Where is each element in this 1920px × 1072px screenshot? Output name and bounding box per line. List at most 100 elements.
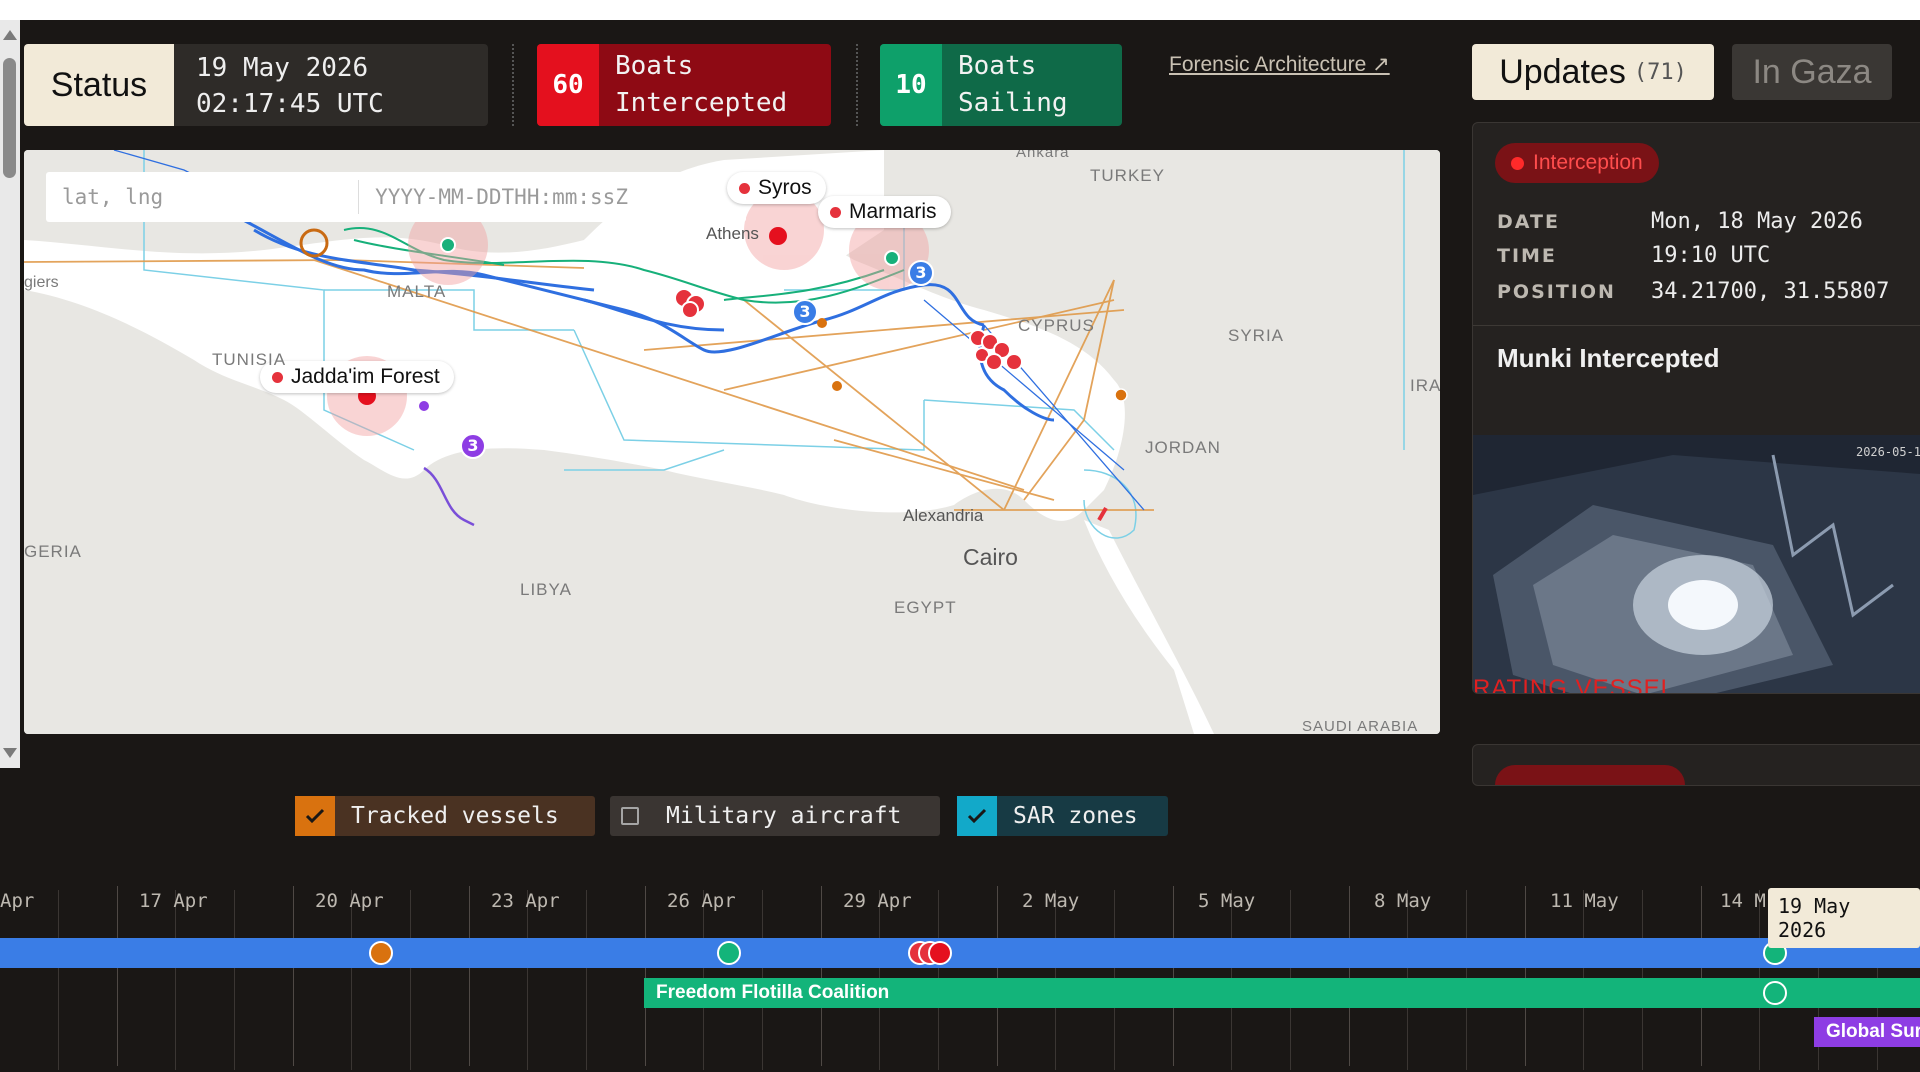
update-title: Munki Intercepted (1497, 343, 1720, 373)
timeline-label: 23 Apr (491, 890, 560, 912)
photo-overlay-text: RATING VESSEL (1473, 675, 1675, 694)
sailing-label-1: Boats (958, 51, 1037, 81)
map-label: TURKEY (1090, 166, 1165, 185)
cluster-count[interactable]: 3 (914, 263, 928, 282)
pin-label: Jadda'im Forest (291, 365, 440, 388)
timeline-marker[interactable] (928, 941, 952, 965)
map-label: EGYPT (894, 598, 957, 617)
map-label: IRA (1410, 376, 1440, 395)
interception-photo[interactable]: 2026-05-1 RATING VESSEL (1473, 435, 1920, 694)
scroll-down-arrow-icon[interactable] (3, 748, 17, 758)
timeline-marker[interactable] (1763, 981, 1787, 1005)
pin-dot-icon (739, 182, 750, 194)
intercepted-counter: 60 Boats Intercepted (537, 44, 831, 126)
map-label: LIBYA (520, 580, 572, 599)
date-value: Mon, 18 May 2026 (1651, 209, 1863, 234)
map-label: SAUDI ARABIA (1302, 718, 1419, 734)
checkbox-unchecked-icon (610, 796, 650, 836)
timeline-bar-global[interactable]: Global Sur (1814, 1017, 1920, 1047)
status-time: 02:17:45 UTC (196, 89, 384, 119)
timeline-marker[interactable] (717, 941, 741, 965)
timeline-label: 17 Apr (139, 890, 208, 912)
toggle-tracked-vessels[interactable]: Tracked vessels (295, 796, 595, 836)
city-label: Cairo (963, 544, 1018, 570)
sailing-counter: 10 Boats Sailing (880, 44, 1122, 126)
map-label: CYPRUS (1018, 316, 1095, 335)
checkbox-checked-icon (957, 796, 997, 836)
pin-dot-icon (272, 371, 283, 383)
datetime-input[interactable] (359, 172, 746, 222)
time-value: 19:10 UTC (1651, 243, 1771, 268)
cluster-count[interactable]: 3 (798, 302, 812, 321)
tab-updates[interactable]: Updates (71) (1472, 44, 1714, 100)
map-label: TUNISIA (212, 350, 287, 369)
divider (512, 44, 514, 126)
status-label: Status (24, 44, 174, 126)
pin-dot-icon (830, 206, 841, 218)
intercepted-label-2: Intercepted (615, 88, 788, 118)
city-label: Athens (706, 224, 759, 243)
map-label: MALTA (387, 282, 447, 301)
time-label: TIME (1497, 245, 1557, 267)
tab-updates-label: Updates (1499, 52, 1626, 91)
latlng-input[interactable] (46, 172, 359, 222)
position-value: 34.21700, 31.55807 (1651, 279, 1890, 304)
updates-count: (71) (1633, 59, 1687, 85)
sailing-label-2: Sailing (958, 88, 1068, 118)
toggle-military-aircraft[interactable]: Military aircraft (610, 796, 940, 836)
date-label: DATE (1497, 211, 1560, 233)
timeline-marker[interactable] (369, 941, 393, 965)
update-card[interactable] (1472, 744, 1920, 786)
timeline-label: 14 M (1720, 890, 1766, 912)
divider (856, 44, 858, 126)
toggle-label: Tracked vessels (351, 803, 559, 829)
coordinate-search (46, 172, 746, 222)
scrollbar[interactable] (0, 20, 20, 768)
divider (1473, 325, 1920, 326)
update-card[interactable]: Interception DATE Mon, 18 May 2026 TIME … (1472, 122, 1920, 694)
photo-image (1473, 435, 1920, 693)
map-label: Ankara (1016, 150, 1070, 161)
scroll-up-arrow-icon[interactable] (3, 30, 17, 40)
pin-label: Marmaris (849, 200, 937, 223)
map-view[interactable]: 3 3 3 Syros Marmaris Jadda'im Forest TUR… (24, 150, 1440, 734)
current-date-label: 19 May 2026 (1768, 888, 1920, 948)
timeline-label: 5 May (1198, 890, 1256, 912)
interception-badge: Interception (1495, 143, 1659, 183)
status-date: 19 May 2026 (196, 53, 369, 83)
timeline-bar-blue[interactable] (0, 938, 1920, 968)
pin-label: Syros (758, 176, 812, 199)
pin-jaddaim-forest[interactable]: Jadda'im Forest (260, 361, 454, 393)
app-window: Status 19 May 2026 02:17:45 UTC 60 Boats… (0, 20, 1920, 1072)
timeline-label: 26 Apr (667, 890, 736, 912)
pin-syros[interactable]: Syros (727, 172, 826, 204)
position-label: POSITION (1497, 281, 1616, 303)
timeline-label: 8 May (1374, 890, 1432, 912)
timeline-label: 20 Apr (315, 890, 384, 912)
toggle-label: SAR zones (1013, 803, 1138, 829)
timeline-label: 11 May (1550, 890, 1619, 912)
timeline-label: Apr (0, 890, 35, 912)
timeline-label: 2 May (1022, 890, 1080, 912)
photo-timestamp: 2026-05-1 (1855, 445, 1920, 459)
status-datetime: 19 May 2026 02:17:45 UTC (174, 44, 488, 126)
map-label: giers (24, 274, 59, 291)
cluster-count[interactable]: 3 (466, 436, 480, 455)
timeline[interactable]: Apr 17 Apr 20 Apr 23 Apr 26 Apr 29 Apr 2… (0, 860, 1920, 1072)
timeline-label: 29 Apr (843, 890, 912, 912)
map-label: SYRIA (1228, 326, 1285, 345)
toggle-label: Military aircraft (666, 803, 902, 829)
forensic-architecture-link[interactable]: Forensic Architecture ↗ (1169, 52, 1390, 77)
sailing-count: 10 (880, 44, 942, 126)
intercepted-count: 60 (537, 44, 599, 126)
timeline-bar-freedom-flotilla[interactable]: Freedom Flotilla Coalition (644, 978, 1920, 1008)
city-label: Alexandria (903, 506, 984, 525)
scrollbar-thumb[interactable] (3, 58, 16, 178)
map-label: JORDAN (1145, 438, 1221, 457)
interception-badge (1495, 765, 1685, 785)
tab-in-gaza[interactable]: In Gaza (1732, 44, 1892, 100)
toggle-sar-zones[interactable]: SAR zones (957, 796, 1168, 836)
pin-marmaris[interactable]: Marmaris (818, 196, 951, 228)
map-label: GERIA (24, 542, 82, 561)
intercepted-label-1: Boats (615, 51, 694, 81)
